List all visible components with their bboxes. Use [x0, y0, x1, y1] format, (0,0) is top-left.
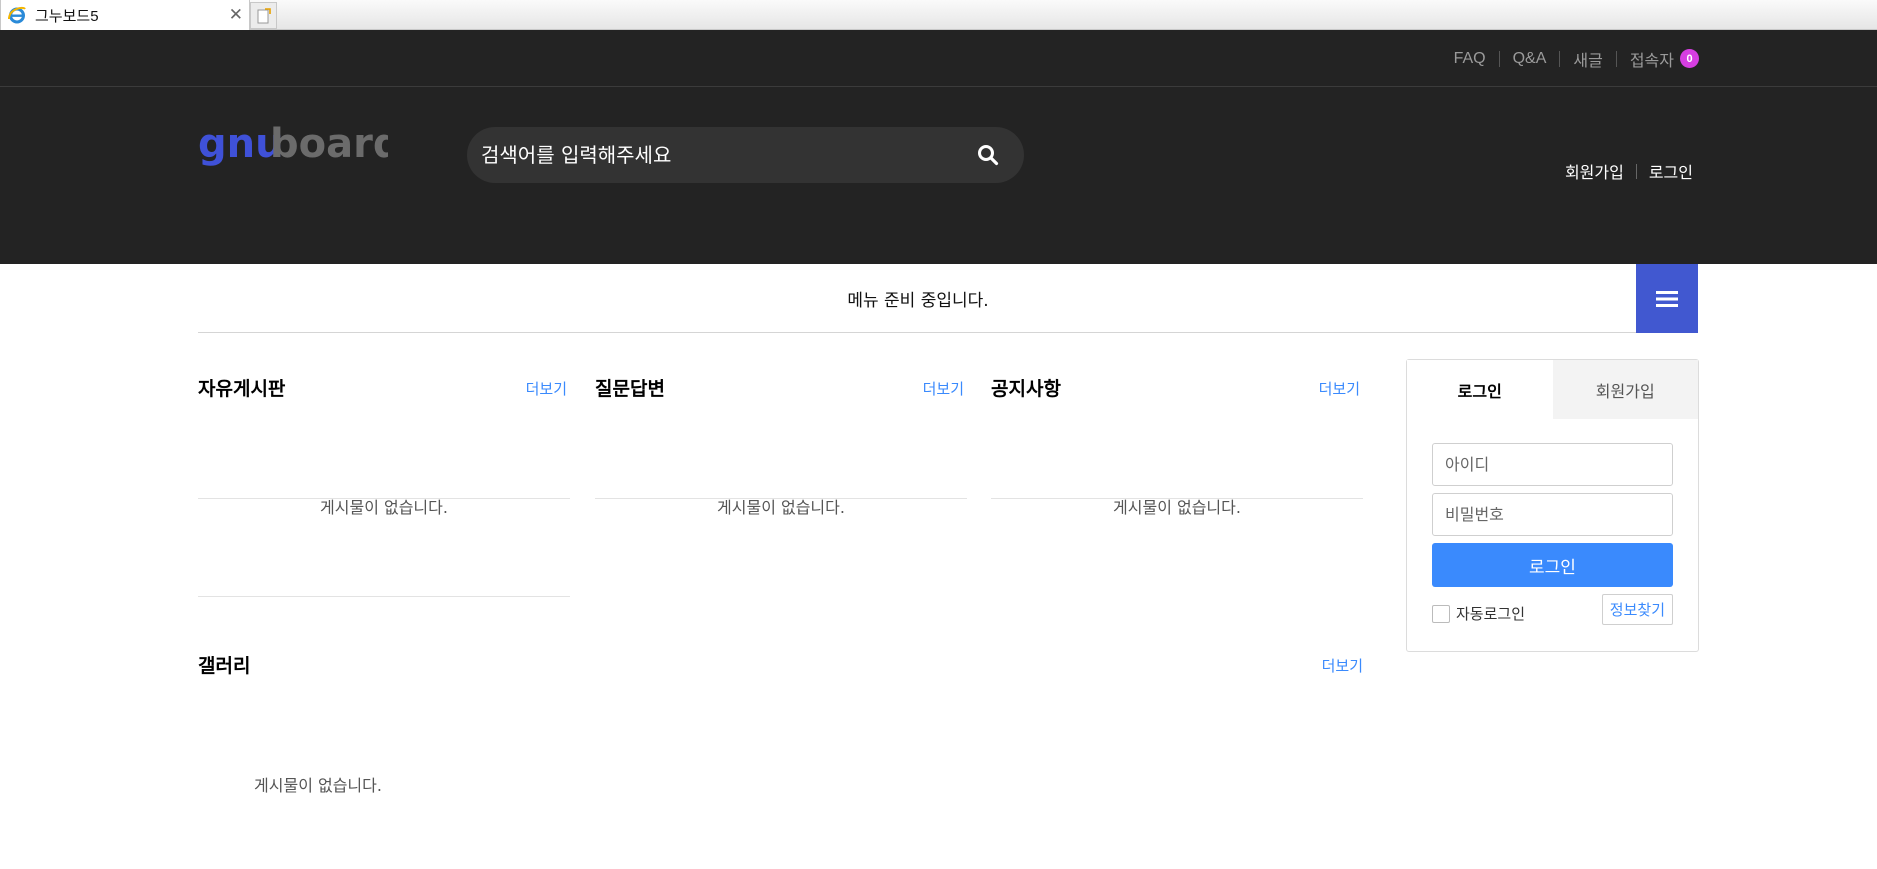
board-empty-message: 게시물이 없습니다.	[320, 498, 448, 517]
new-posts-link[interactable]: 새글	[1573, 47, 1602, 71]
all-menu-button[interactable]	[1636, 264, 1698, 333]
visitors-link[interactable]: 접속자	[1630, 47, 1674, 71]
divider	[1635, 163, 1637, 179]
divider	[1559, 50, 1561, 67]
search-icon	[978, 145, 999, 166]
board-empty-message: 게시물이 없습니다.	[717, 498, 845, 517]
board-title[interactable]: 공지사항	[991, 374, 1061, 401]
new-tab-button[interactable]	[250, 2, 277, 29]
auto-login-label: 자동로그인	[1456, 605, 1526, 623]
search-button[interactable]	[976, 143, 1000, 167]
member-links: 회원가입 로그인	[1565, 159, 1693, 183]
top-links: FAQ Q&A 새글 접속자 0	[1454, 30, 1699, 87]
board-qa-panel: 질문답변 더보기 게시물이 없습니다.	[595, 264, 967, 517]
board-more-link[interactable]: 더보기	[1319, 378, 1360, 399]
close-icon[interactable]: ✕	[229, 5, 243, 25]
browser-tab-strip: 그누보드5 ✕	[0, 0, 1877, 30]
board-empty-message: 게시물이 없습니다.	[1113, 498, 1241, 517]
search-box	[467, 127, 1024, 183]
board-title[interactable]: 자유게시판	[198, 374, 285, 401]
login-link[interactable]: 로그인	[1649, 159, 1693, 183]
board-more-link[interactable]: 더보기	[526, 378, 567, 399]
browser-tab-title: 그누보드5	[35, 7, 99, 25]
search-input[interactable]	[481, 127, 951, 183]
divider	[1615, 50, 1617, 67]
login-box: 로그인 회원가입 로그인 자동로그인 정보찾기	[1406, 359, 1699, 652]
auto-login-checkbox[interactable]	[1432, 604, 1450, 623]
internet-explorer-icon	[7, 5, 27, 25]
divider	[1498, 50, 1500, 67]
gnuboard-logo[interactable]: gnu board	[198, 121, 401, 177]
top-bar: FAQ Q&A 새글 접속자 0	[0, 30, 1877, 87]
tab-login[interactable]: 로그인	[1407, 360, 1553, 419]
join-link[interactable]: 회원가입	[1565, 159, 1624, 183]
gallery-title[interactable]: 갤러리	[198, 651, 250, 678]
find-info-button[interactable]: 정보찾기	[1601, 594, 1673, 625]
faq-link[interactable]: FAQ	[1454, 50, 1486, 68]
site-header: gnu board 회원가입 로그인	[0, 87, 1877, 264]
gallery-more-link[interactable]: 더보기	[1322, 655, 1363, 676]
new-tab-icon	[257, 7, 271, 23]
tab-join[interactable]: 회원가입	[1552, 360, 1698, 419]
user-id-input[interactable]	[1432, 443, 1673, 486]
gallery-section: 갤러리 더보기 게시물이 없습니다.	[198, 540, 1366, 869]
gallery-empty-message: 게시물이 없습니다.	[254, 776, 382, 795]
board-more-link[interactable]: 더보기	[923, 378, 964, 399]
password-input[interactable]	[1432, 493, 1673, 536]
board-free-panel: 자유게시판 더보기 게시물이 없습니다.	[198, 264, 570, 517]
hamburger-icon	[1656, 290, 1678, 307]
login-submit-button[interactable]: 로그인	[1432, 543, 1673, 587]
logo-text-board: board	[270, 123, 388, 167]
auto-login-option[interactable]: 자동로그인	[1432, 603, 1525, 624]
board-notice-panel: 공지사항 더보기 게시물이 없습니다.	[991, 264, 1363, 517]
visitor-count-badge: 0	[1680, 49, 1699, 68]
board-title[interactable]: 질문답변	[595, 374, 665, 401]
browser-tab[interactable]: 그누보드5 ✕	[0, 0, 250, 30]
login-tabs: 로그인 회원가입	[1407, 360, 1698, 419]
qa-link[interactable]: Q&A	[1513, 50, 1547, 68]
